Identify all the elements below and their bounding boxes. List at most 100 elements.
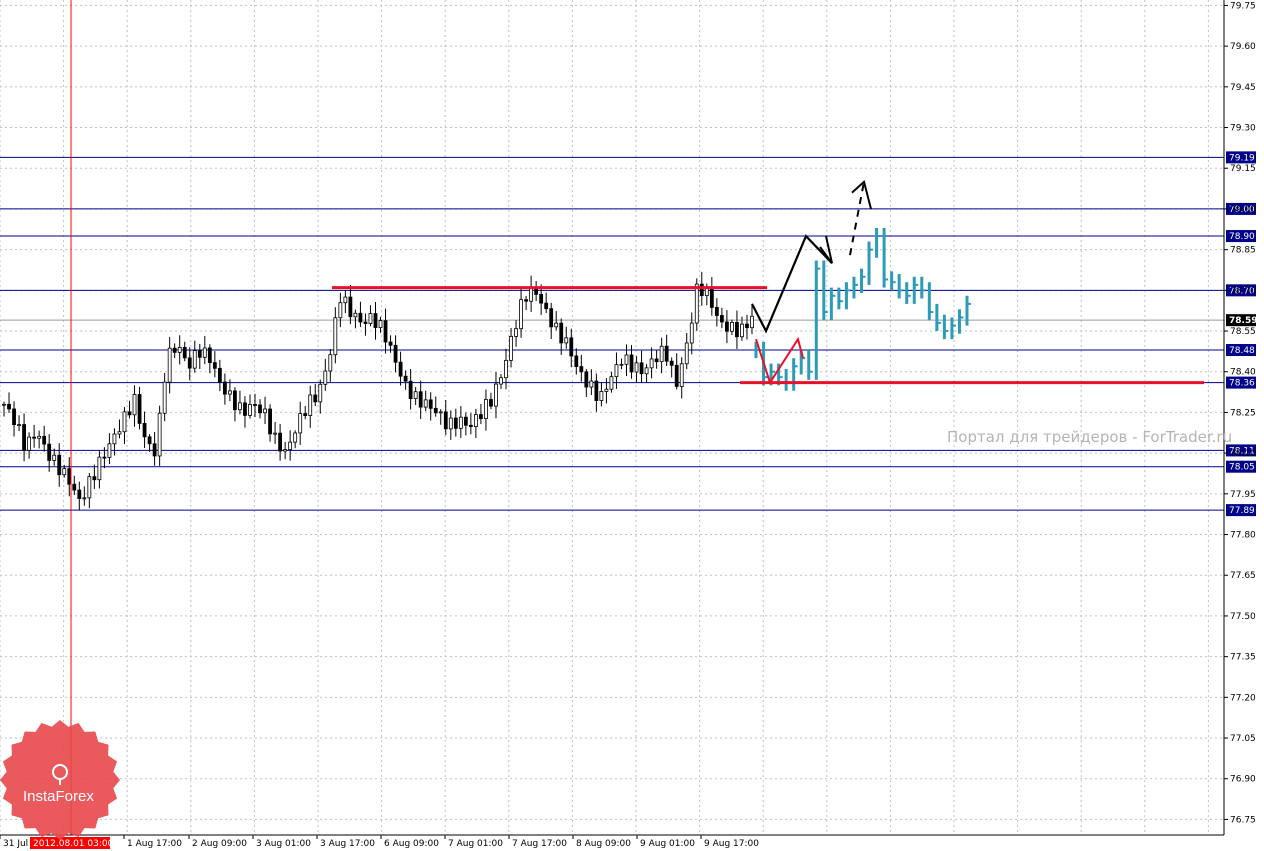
candle-body (479, 414, 483, 419)
candle-body (489, 399, 493, 407)
candle-body (122, 411, 127, 433)
price-tick-label: 78.70 (1230, 286, 1256, 296)
candle-body (157, 412, 162, 457)
candle-body (207, 347, 212, 364)
candle-body (524, 299, 528, 302)
candle-body (363, 321, 368, 324)
dashed-forecast-arrow (849, 181, 865, 256)
candle-body (263, 408, 267, 414)
candle-body (418, 391, 423, 408)
candle-body (187, 357, 192, 369)
candle-body (413, 391, 418, 399)
candle-body (689, 322, 694, 344)
candle-body (398, 361, 403, 377)
candle-body (388, 341, 393, 346)
candle-body (674, 364, 679, 387)
chart-grid (0, 0, 1224, 835)
candle-body (137, 394, 142, 424)
candle-body (233, 390, 237, 411)
candle-body (212, 362, 217, 369)
time-tick-label: 6 Aug 09:00 (384, 839, 439, 849)
price-tick-label: 77.50 (1230, 612, 1256, 622)
price-chart: 79.1979.0078.9078.7078.4878.3678.1178.05… (0, 0, 1257, 849)
level-price-label: 79.19 (1229, 153, 1255, 163)
candle-body (328, 354, 333, 372)
candle-body (589, 380, 594, 388)
time-tick-label: 3 Aug 17:00 (320, 839, 375, 849)
candle-body (529, 287, 534, 302)
level-price-label: 78.05 (1229, 463, 1255, 473)
price-tick-label: 78.55 (1230, 327, 1256, 337)
candle-body (177, 347, 182, 353)
price-tick-label: 77.05 (1230, 734, 1256, 744)
time-tick-label: 9 Aug 01:00 (640, 839, 695, 849)
time-axis: 31 Jul 02012.08.01 03:00 1 Aug 17:00 2 Aug… (0, 834, 1224, 849)
candle-body (423, 399, 428, 408)
candle-body (509, 335, 513, 361)
candle-body (273, 432, 277, 435)
candle-body (343, 296, 348, 304)
candle-body (684, 342, 689, 365)
price-tick-label: 79.45 (1230, 83, 1256, 93)
candle-body (378, 320, 383, 328)
candle-body (428, 399, 433, 409)
level-price-label: 78.48 (1229, 346, 1255, 356)
candle-body (699, 283, 704, 297)
candle-body (162, 381, 167, 414)
candle-body (654, 358, 659, 363)
candle-body (112, 433, 117, 445)
candle-body (584, 371, 589, 388)
candle-body (709, 287, 714, 308)
price-tick-label: 79.60 (1230, 42, 1256, 52)
candle-body (499, 377, 503, 385)
candle-body (740, 323, 744, 338)
cursor-time-label: 2012.08.01 03:00 (33, 839, 114, 849)
level-price-label: 78.90 (1229, 232, 1255, 242)
candle-body (107, 443, 112, 458)
candle-body (614, 364, 619, 378)
candle-body (494, 383, 498, 407)
price-tick-label: 79.00 (1230, 205, 1256, 215)
price-tick-label: 77.95 (1230, 490, 1256, 500)
annotations (70, 0, 1204, 835)
candle-body (649, 358, 654, 369)
candle-body (142, 423, 147, 438)
time-tick-label: 1 Aug 17:00 (127, 839, 182, 849)
time-tick-label: 9 Aug 17:00 (704, 839, 759, 849)
candle-body (609, 376, 614, 390)
candle-body (32, 436, 37, 439)
candle-body (468, 424, 473, 428)
price-axis: 79.75 79.60 79.45 79.30 79.15 79.00 78.85 78.70… (1223, 0, 1256, 835)
candle-body (353, 312, 358, 318)
price-tick-label: 78.40 (1230, 368, 1256, 378)
price-tick-label: 78.85 (1230, 246, 1256, 256)
candle-body (228, 390, 232, 395)
candle-body (308, 394, 313, 416)
candle-body (629, 354, 634, 373)
candle-body (2, 403, 6, 406)
candle-body (238, 402, 242, 411)
candle-body (574, 355, 579, 367)
candle-body (57, 454, 62, 476)
candle-body (659, 345, 664, 363)
price-tick-label: 77.20 (1230, 693, 1256, 703)
time-tick-label: 2 Aug 09:00 (192, 839, 247, 849)
candle-body (594, 380, 599, 401)
candle-body (549, 308, 554, 328)
candle-body (82, 497, 87, 500)
candle-body (268, 408, 272, 435)
candle-body (383, 320, 388, 343)
candle-body (694, 283, 699, 324)
candle-body (67, 468, 72, 485)
candle-body (704, 287, 709, 297)
candle-body (448, 417, 453, 430)
candle-body (348, 296, 353, 318)
candle-body (724, 321, 729, 332)
candle-body (77, 489, 82, 499)
candle-body (102, 456, 107, 459)
candle-body (559, 322, 564, 344)
dashed-arrow-head (851, 179, 872, 210)
candle-body (624, 354, 629, 365)
candle-body (318, 383, 323, 403)
candle-body (634, 362, 639, 373)
